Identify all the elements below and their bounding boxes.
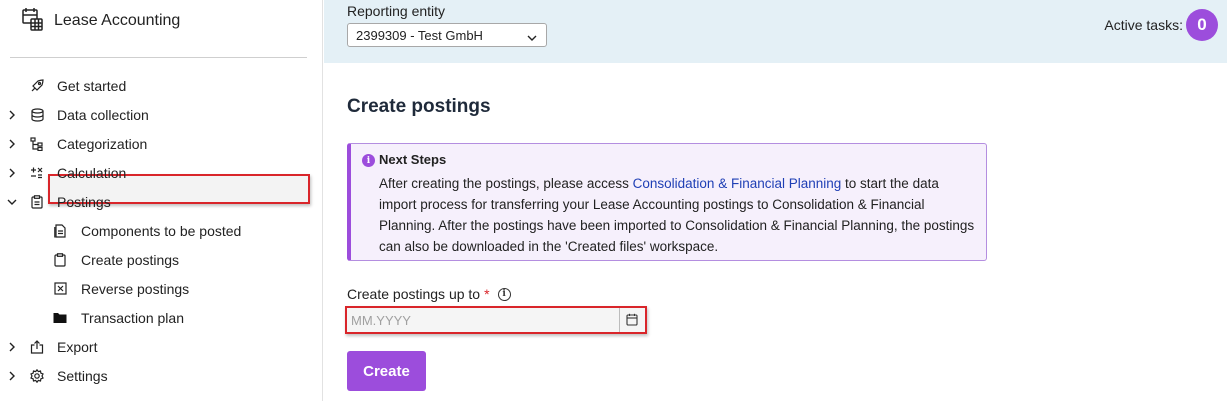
required-marker: *: [484, 286, 490, 302]
document-icon: [53, 223, 67, 238]
calculator-icon: [30, 166, 44, 180]
active-tasks[interactable]: Active tasks: 0: [1104, 9, 1218, 41]
sidebar-item-label: Settings: [57, 367, 108, 384]
sidebar-item-export[interactable]: Export: [0, 332, 323, 361]
sidebar-item-label: Export: [57, 338, 98, 355]
sidebar-item-get-started[interactable]: Get started: [0, 71, 323, 100]
chevron-right-icon[interactable]: [6, 341, 18, 353]
close-box-icon: [53, 282, 67, 296]
chevron-right-icon[interactable]: [6, 370, 18, 382]
month-year-input[interactable]: [349, 310, 619, 330]
sidebar-item-label: Create postings: [81, 251, 180, 268]
topbar: Reporting entity 2399309 - Test GmbH Act…: [324, 0, 1227, 63]
hierarchy-icon: [30, 136, 44, 151]
info-icon: i: [362, 154, 375, 167]
export-icon: [30, 339, 44, 354]
sidebar-item-create-postings[interactable]: Create postings: [0, 245, 323, 274]
reporting-entity-value: 2399309 - Test GmbH: [356, 27, 483, 43]
sidebar-item-label: Transaction plan: [81, 309, 184, 326]
active-tasks-badge[interactable]: 0: [1186, 9, 1218, 41]
sidebar-item-components-to-be-posted[interactable]: Components to be posted: [0, 216, 323, 245]
sidebar-item-settings[interactable]: Settings: [0, 361, 323, 390]
callout-text: After creating the postings, please acce…: [379, 176, 633, 191]
gear-icon: [30, 368, 44, 383]
chevron-right-icon[interactable]: [6, 109, 18, 121]
folder-icon: [53, 311, 67, 325]
callout-body: After creating the postings, please acce…: [379, 173, 979, 257]
sidebar-item-label: Get started: [57, 77, 127, 94]
sidebar-item-label: Components to be posted: [81, 222, 242, 239]
sidebar-item-reverse-postings[interactable]: Reverse postings: [0, 274, 323, 303]
sidebar-item-label: Data collection: [57, 106, 149, 123]
chevron-right-icon[interactable]: [6, 138, 18, 150]
app-title: Lease Accounting: [54, 12, 181, 29]
callout-title: Next Steps: [379, 152, 447, 167]
input-separator: [619, 308, 620, 332]
reporting-entity-label: Reporting entity: [347, 3, 446, 19]
sidebar-item-categorization[interactable]: Categorization: [0, 129, 323, 158]
next-steps-callout: i Next Steps After creating the postings…: [347, 143, 987, 261]
sidebar-item-label: Postings: [57, 193, 111, 210]
calendar-icon[interactable]: [626, 313, 638, 326]
create-button[interactable]: Create: [347, 351, 426, 391]
app-header: Lease Accounting: [22, 7, 181, 36]
info-icon[interactable]: i: [497, 287, 511, 301]
chevron-down-icon[interactable]: [6, 196, 18, 208]
sidebar: Lease Accounting Get started Data collec…: [0, 0, 323, 401]
rocket-icon: [30, 78, 44, 93]
database-icon: [30, 107, 44, 122]
sidebar-item-postings[interactable]: Postings: [0, 187, 323, 216]
calendar-grid-icon: [22, 7, 44, 36]
chevron-down-icon: [527, 30, 537, 45]
sidebar-nav: Get started Data collection Categorizati…: [0, 71, 323, 390]
sidebar-item-calculation[interactable]: Calculation: [0, 158, 323, 187]
sidebar-item-label: Reverse postings: [81, 280, 190, 297]
clipboard-icon: [30, 194, 44, 209]
field-label-text: Create postings up to: [347, 286, 481, 302]
date-field: [345, 306, 647, 334]
reporting-entity-select[interactable]: 2399309 - Test GmbH: [347, 23, 547, 47]
sidebar-item-label: Calculation: [57, 164, 127, 181]
consolidation-link[interactable]: Consolidation & Financial Planning: [633, 176, 842, 191]
clipboard-icon: [53, 252, 67, 267]
sidebar-item-data-collection[interactable]: Data collection: [0, 100, 323, 129]
sidebar-divider: [10, 57, 307, 58]
create-postings-up-to-label: Create postings up to * i: [347, 286, 511, 302]
sidebar-item-transaction-plan[interactable]: Transaction plan: [0, 303, 323, 332]
sidebar-item-label: Categorization: [57, 135, 148, 152]
page-title: Create postings: [347, 96, 491, 117]
chevron-right-icon[interactable]: [6, 167, 18, 179]
active-tasks-label: Active tasks:: [1104, 17, 1183, 33]
